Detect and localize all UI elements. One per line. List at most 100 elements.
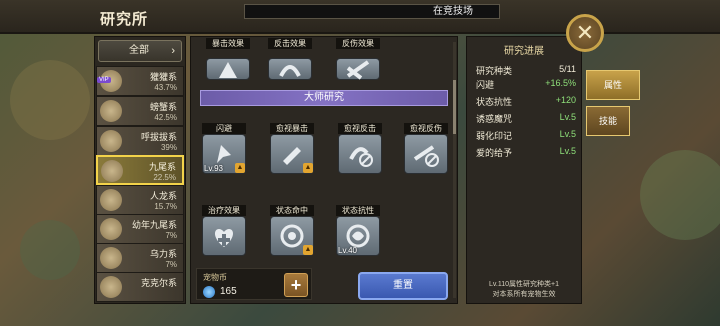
- category-item[interactable]: 幼年九尾系 7%: [96, 214, 184, 244]
- add-currency-button[interactable]: +: [284, 273, 308, 297]
- skill-icon: [336, 58, 380, 80]
- pet-portrait-icon: [100, 218, 122, 240]
- progress-note-line: Lv.110属性研究种类+1: [489, 281, 559, 288]
- skill-ignore-reflect[interactable]: 愈视反伤: [404, 123, 448, 178]
- pet-portrait-icon: [100, 276, 122, 298]
- skill-label: 暴击效果: [206, 38, 250, 49]
- category-percent: 15.7%: [154, 202, 177, 211]
- category-dropdown[interactable]: 全部 ›: [98, 40, 182, 62]
- category-name: 乌力系: [149, 249, 177, 259]
- vip-badge: VIP: [97, 77, 111, 83]
- pet-portrait-icon: [100, 100, 122, 122]
- skill-label: 状态命中: [270, 205, 314, 216]
- progress-value: +120: [555, 95, 576, 105]
- skill-ignore-crit[interactable]: 愈视暴击 ▲: [270, 123, 314, 178]
- skill-level: Lv.40: [338, 246, 357, 255]
- category-percent: 39%: [160, 143, 177, 152]
- skill-icon: [206, 58, 250, 80]
- progress-value: Lv.5: [559, 146, 576, 156]
- skill-label: 反伤效果: [336, 38, 380, 49]
- heal-icon: [202, 216, 246, 256]
- progress-row: 诱惑魔咒 Lv.5: [476, 112, 576, 126]
- category-name: 獾獾系: [149, 72, 177, 82]
- progress-key: 爱的给予: [476, 148, 513, 158]
- pet-portrait-icon: [100, 247, 122, 269]
- dropdown-label: 全部: [129, 45, 149, 56]
- progress-row: 闪避 +16.5%: [476, 78, 576, 92]
- skill-level: Lv.93: [204, 164, 223, 173]
- progress-value: Lv.5: [559, 129, 576, 139]
- thumbs-up-icon: ▲: [303, 163, 313, 173]
- category-percent: 7%: [165, 260, 177, 269]
- location-indicator: 在竞技场: [244, 4, 500, 19]
- category-item[interactable]: 呼拔拔系 39%: [96, 126, 184, 156]
- skill-status-resist[interactable]: 状态抗性 Lv.40: [336, 205, 380, 260]
- ignore-counter-icon: [338, 134, 382, 174]
- tab-attributes[interactable]: 属性: [586, 70, 640, 100]
- skill-label: 愈视暴击: [270, 123, 314, 134]
- progress-key: 弱化印记: [476, 131, 513, 141]
- category-name: 克克尔系: [140, 278, 177, 288]
- progress-row: 研究种类 5/11: [476, 64, 576, 78]
- category-name: 呼拔拔系: [140, 132, 177, 142]
- category-name: 九尾系: [148, 162, 176, 172]
- progress-key: 闪避: [476, 80, 495, 90]
- category-percent: 42.5%: [154, 113, 177, 122]
- category-item[interactable]: 乌力系 7%: [96, 243, 184, 273]
- category-name: 人龙系: [149, 191, 177, 201]
- progress-value: Lv.5: [559, 112, 576, 122]
- progress-value: 5/11: [559, 64, 576, 74]
- progress-row: 爱的给予 Lv.5: [476, 146, 576, 160]
- skill-label: 反击效果: [268, 38, 312, 49]
- category-item[interactable]: 人龙系 15.7%: [96, 185, 184, 215]
- skill-dodge[interactable]: 闪避 Lv.93 ▲: [202, 123, 246, 178]
- skill-label: 状态抗性: [336, 205, 380, 216]
- skill-counter-effect[interactable]: 反击效果: [268, 38, 312, 84]
- pet-portrait-icon: [100, 189, 122, 211]
- ignore-reflect-icon: [404, 134, 448, 174]
- close-icon[interactable]: ✕: [566, 14, 604, 52]
- skill-label: 闪避: [202, 123, 246, 134]
- skill-label: 愈视反击: [338, 123, 382, 134]
- category-name: 螃蟹系: [149, 102, 177, 112]
- gem-icon: [203, 286, 215, 298]
- progress-note: Lv.110属性研究种类+1 对本系所有宠物生效: [470, 280, 578, 300]
- skill-status-hit[interactable]: 状态命中 ▲: [270, 205, 314, 260]
- progress-value: +16.5%: [545, 78, 576, 88]
- category-percent: 22.5%: [153, 173, 176, 182]
- progress-key: 诱惑魔咒: [476, 114, 513, 124]
- reset-button[interactable]: 重置: [358, 272, 448, 300]
- category-item-selected[interactable]: 九尾系 22.5%: [96, 155, 184, 185]
- progress-note-line: 对本系所有宠物生效: [492, 291, 556, 298]
- skill-crit-effect[interactable]: 暴击效果: [206, 38, 250, 84]
- category-item[interactable]: VIP 獾獾系 43.7%: [96, 66, 184, 96]
- skill-ignore-counter[interactable]: 愈视反击: [338, 123, 382, 178]
- progress-key: 研究种类: [476, 66, 513, 76]
- currency-value: 165: [220, 286, 237, 297]
- skill-reflect-effect[interactable]: 反伤效果: [336, 38, 380, 84]
- thumbs-up-icon: ▲: [235, 163, 245, 173]
- category-percent: 43.7%: [154, 83, 177, 92]
- category-item[interactable]: 螃蟹系 42.5%: [96, 96, 184, 126]
- progress-row: 弱化印记 Lv.5: [476, 129, 576, 143]
- category-item[interactable]: 克克尔系: [96, 272, 184, 302]
- master-research-header: 大师研究: [200, 90, 448, 106]
- chevron-down-icon: ›: [171, 45, 175, 57]
- skill-icon: [268, 58, 312, 80]
- skill-label: 愈视反伤: [404, 123, 448, 134]
- background-decoration: [640, 150, 720, 240]
- skill-label: 治疗效果: [202, 205, 246, 216]
- pet-portrait-icon: [101, 160, 123, 182]
- progress-title: 研究进展: [504, 46, 544, 57]
- scrollbar-thumb[interactable]: [453, 80, 456, 134]
- category-name: 幼年九尾系: [131, 220, 177, 230]
- category-percent: 7%: [165, 231, 177, 240]
- currency-label: 宠物币: [203, 273, 227, 282]
- background-decoration: [20, 220, 80, 280]
- progress-key: 状态抗性: [476, 97, 513, 107]
- progress-row: 状态抗性 +120: [476, 95, 576, 109]
- pet-portrait-icon: [100, 130, 122, 152]
- skill-heal-effect[interactable]: 治疗效果: [202, 205, 246, 260]
- tab-skills[interactable]: 技能: [586, 106, 630, 136]
- thumbs-up-icon: ▲: [303, 245, 313, 255]
